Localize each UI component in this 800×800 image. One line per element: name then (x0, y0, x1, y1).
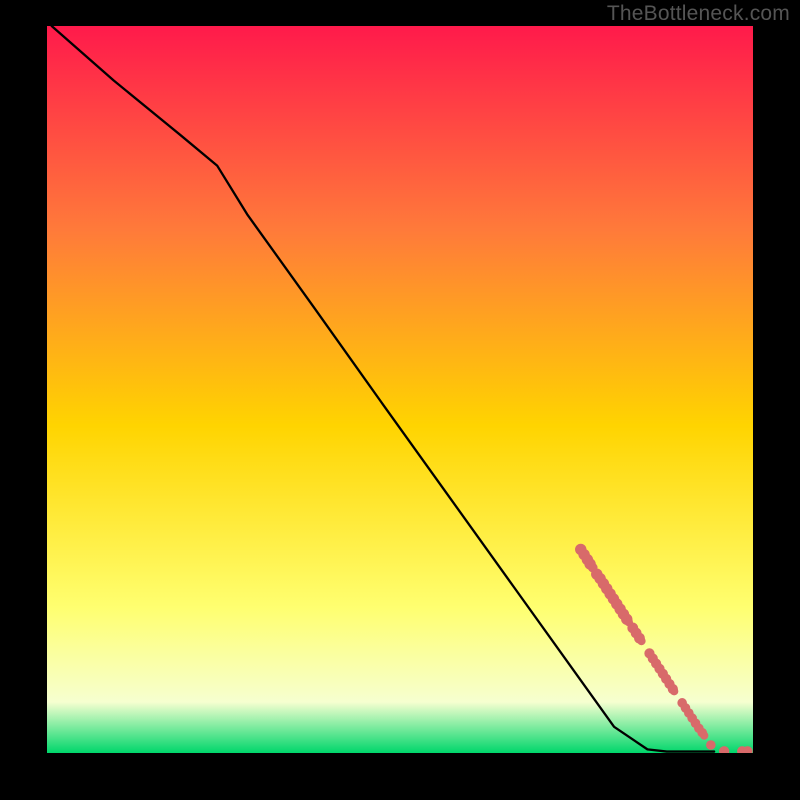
chart-svg (47, 26, 753, 753)
chart-marker (700, 731, 708, 739)
chart-marker (706, 740, 716, 750)
chart-marker (637, 637, 645, 645)
chart-background-gradient (47, 26, 753, 753)
chart-plot-area (47, 26, 753, 753)
chart-marker (670, 687, 678, 695)
attribution-text: TheBottleneck.com (607, 2, 790, 26)
